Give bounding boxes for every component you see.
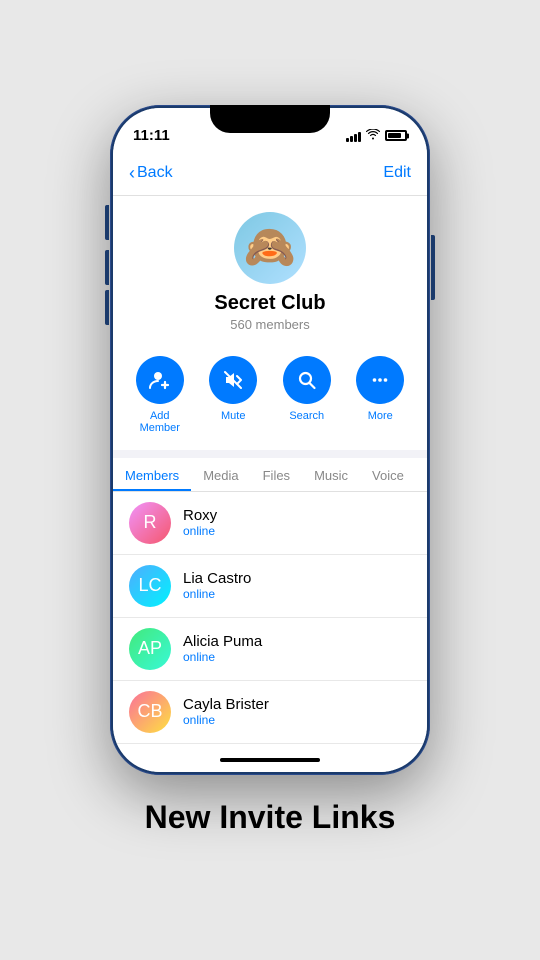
member-info: Cayla Brister online [183, 696, 269, 727]
search-icon [283, 356, 331, 404]
tab-links[interactable]: Li... [416, 458, 427, 491]
tab-members[interactable]: Members [113, 458, 191, 491]
group-members-count: 560 members [230, 317, 309, 332]
more-label: More [368, 410, 393, 422]
notch [210, 105, 330, 133]
mute-label: Mute [221, 410, 245, 422]
member-info: Alicia Puma online [183, 633, 262, 664]
list-item[interactable]: CB Cayla Brister online [113, 681, 427, 744]
member-status: online [183, 587, 251, 601]
list-item[interactable]: LC Lia Castro online [113, 555, 427, 618]
member-info: Roxy online [183, 507, 217, 538]
member-name: Lia Castro [183, 570, 251, 587]
add-member-button[interactable]: Add Member [130, 356, 190, 434]
status-icons [346, 129, 407, 143]
phone-shell: 11:11 [110, 105, 430, 775]
list-item[interactable]: AP Alicia Puma online [113, 618, 427, 681]
chevron-left-icon: ‹ [129, 163, 135, 184]
avatar: AP [129, 628, 171, 670]
member-name: Roxy [183, 507, 217, 524]
status-time: 11:11 [133, 127, 170, 144]
signal-bars-icon [346, 130, 361, 142]
more-icon [356, 356, 404, 404]
member-status: online [183, 650, 262, 664]
page-wrapper: 11:11 [0, 0, 540, 960]
add-member-icon [136, 356, 184, 404]
member-info: Lia Castro online [183, 570, 251, 601]
group-avatar-emoji: 🙈 [244, 223, 296, 272]
tab-music[interactable]: Music [302, 458, 360, 491]
home-indicator [113, 748, 427, 772]
phone-inner: 11:11 [113, 108, 427, 772]
group-avatar: 🙈 [234, 212, 306, 284]
wifi-icon [366, 129, 380, 143]
avatar: LC [129, 565, 171, 607]
list-item[interactable]: R Roxy online [113, 492, 427, 555]
avatar: CB [129, 691, 171, 733]
tab-media[interactable]: Media [191, 458, 250, 491]
back-button[interactable]: ‹ Back [129, 163, 173, 184]
action-buttons: Add Member Mute [113, 344, 427, 450]
page-title: New Invite Links [125, 799, 416, 836]
member-list: R Roxy online LC Lia Castro online AP [113, 492, 427, 748]
tab-files[interactable]: Files [251, 458, 302, 491]
group-info: 🙈 Secret Club 560 members [113, 196, 427, 344]
section-divider [113, 450, 427, 458]
edit-button[interactable]: Edit [383, 164, 411, 182]
member-name: Alicia Puma [183, 633, 262, 650]
avatar: R [129, 502, 171, 544]
mute-button[interactable]: Mute [203, 356, 263, 434]
member-name: Cayla Brister [183, 696, 269, 713]
mute-icon [209, 356, 257, 404]
back-label: Back [137, 164, 173, 182]
tab-voice[interactable]: Voice [360, 458, 416, 491]
search-button[interactable]: Search [277, 356, 337, 434]
battery-icon [385, 130, 407, 141]
nav-bar: ‹ Back Edit [113, 152, 427, 196]
more-button[interactable]: More [350, 356, 410, 434]
search-label: Search [289, 410, 324, 422]
add-member-label: Add Member [130, 410, 190, 434]
group-name: Secret Club [214, 292, 325, 315]
member-status: online [183, 524, 217, 538]
member-status: online [183, 713, 269, 727]
home-bar [220, 758, 320, 762]
tabs-bar: Members Media Files Music Voice Li... [113, 458, 427, 492]
battery-fill [388, 133, 401, 138]
